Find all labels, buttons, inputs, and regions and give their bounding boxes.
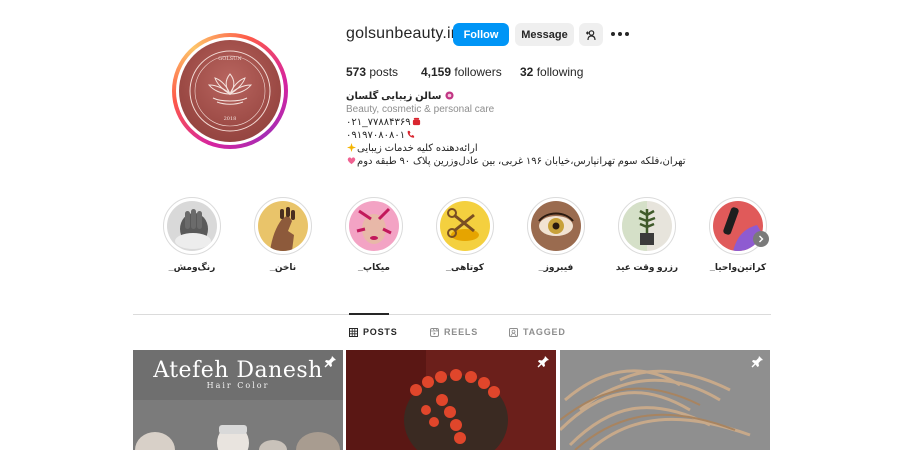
- pinned-icon: [324, 356, 336, 368]
- tab-tagged[interactable]: TAGGED: [509, 322, 566, 342]
- pink-heart-icon: [347, 157, 356, 165]
- post-image: [346, 350, 556, 450]
- post-tile[interactable]: [560, 350, 770, 450]
- tabs-divider: [133, 314, 771, 315]
- eye-icon: [531, 201, 581, 251]
- highlight-item[interactable]: _میکاپ: [342, 197, 406, 273]
- post-tile[interactable]: Atefeh Danesh Hair Color: [133, 350, 343, 450]
- bio-services: ارائه‌دهنده کلیه خدمات زیبایی: [346, 142, 666, 155]
- highlight-ring: [618, 197, 676, 255]
- makeup-face-icon: [349, 201, 399, 251]
- tab-reels[interactable]: REELS: [430, 322, 478, 342]
- tagged-icon: [509, 327, 518, 337]
- avatar-frame: GOLSUN 2018: [176, 37, 284, 145]
- profile-avatar-story-ring[interactable]: GOLSUN 2018: [172, 33, 288, 149]
- highlight-label: رزرو وقت عید: [615, 262, 679, 272]
- following-link[interactable]: 32 following: [520, 65, 583, 79]
- phone-receiver-icon: [407, 130, 415, 138]
- golsun-logo-icon: GOLSUN 2018: [189, 50, 271, 132]
- more-options-icon[interactable]: [611, 27, 629, 41]
- highlight-label: _فیبروز: [538, 262, 574, 272]
- highlight-ring: [527, 197, 585, 255]
- pinned-icon: [751, 356, 763, 368]
- message-button[interactable]: Message: [515, 23, 574, 46]
- plant-icon: [622, 201, 672, 251]
- avatar[interactable]: GOLSUN 2018: [179, 40, 281, 142]
- highlight-item[interactable]: _رنگ‌ومش: [160, 197, 224, 273]
- post-subtitle: Hair Color: [206, 381, 270, 390]
- telephone-icon: [412, 117, 420, 126]
- sparkle-icon: [347, 143, 356, 152]
- post-title: Atefeh Danesh: [153, 358, 323, 383]
- highlight-ring: [345, 197, 403, 255]
- highlight-label: _کوتاهی: [446, 262, 484, 272]
- svg-text:GOLSUN: GOLSUN: [218, 56, 242, 62]
- chevron-right-icon: [759, 235, 764, 243]
- flower-emoji-icon: [445, 91, 454, 100]
- highlight-ring: [163, 197, 221, 255]
- post-tile[interactable]: [346, 350, 556, 450]
- tab-posts[interactable]: POSTS: [349, 322, 398, 342]
- scissors-icon: [440, 201, 490, 251]
- post-image: [560, 350, 770, 450]
- profile-username: golsunbeauty.ir: [346, 25, 457, 42]
- highlights-next-button[interactable]: [753, 231, 769, 247]
- highlight-label: _کراتین‌واحیا: [709, 262, 767, 272]
- highlight-ring: [436, 197, 494, 255]
- svg-text:2018: 2018: [224, 116, 237, 122]
- followers-link[interactable]: 4,159 followers: [421, 65, 502, 79]
- active-tab-indicator: [349, 313, 389, 315]
- highlight-label: _ناخن: [269, 262, 297, 272]
- profile-display-name: سالن زیبایی گلسان: [346, 90, 666, 103]
- reels-icon: [430, 327, 439, 337]
- highlight-ring: [254, 197, 312, 255]
- profile-bio: سالن زیبایی گلسان Beauty, cosmetic & per…: [346, 90, 686, 168]
- suggest-users-button[interactable]: [579, 23, 603, 46]
- grid-icon: [349, 327, 358, 337]
- hand-glove-icon: [167, 201, 217, 251]
- highlight-item[interactable]: رزرو وقت عید: [615, 197, 679, 273]
- highlight-item[interactable]: _فیبروز: [524, 197, 588, 273]
- follow-button[interactable]: Follow: [453, 23, 509, 46]
- highlight-label: _میکاپ: [358, 262, 390, 272]
- posts-count: 573 posts: [346, 65, 399, 79]
- add-user-icon: [586, 29, 596, 40]
- highlight-item[interactable]: _ناخن: [251, 197, 315, 273]
- story-highlights: _رنگ‌ومش _ناخن _میکاپ: [160, 197, 770, 287]
- highlight-label: _رنگ‌ومش: [168, 262, 216, 272]
- bio-address: تهران،فلکه سوم تهرانپارس،خیابان ۱۹۶ غربی…: [346, 155, 686, 168]
- bio-phone-mobile: ۰۹۱۹۷۰۸۰۸۰۱: [346, 129, 666, 142]
- bio-phone-landline: ۰۲۱_۷۷۸۸۴۳۶۹: [346, 116, 666, 129]
- highlight-item[interactable]: _کوتاهی: [433, 197, 497, 273]
- profile-category: Beauty, cosmetic & personal care: [346, 104, 495, 115]
- pinned-icon: [537, 356, 549, 368]
- nail-polish-icon: [258, 201, 308, 251]
